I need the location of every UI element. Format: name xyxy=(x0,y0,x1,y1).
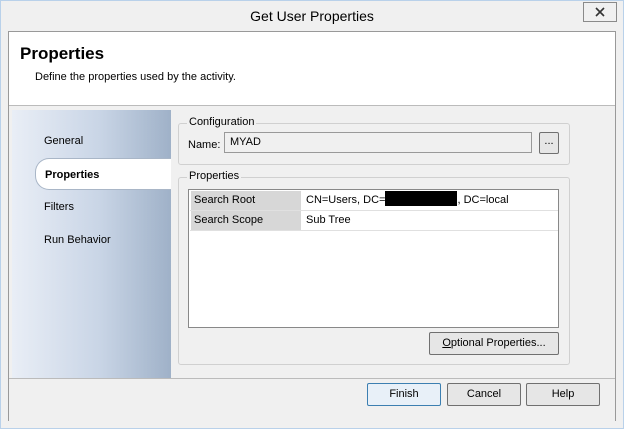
optional-properties-label: ptional Properties... xyxy=(450,337,546,349)
sidebar-nav: General Properties Filters Run Behavior xyxy=(12,110,171,378)
dialog-client: Properties Define the properties used by… xyxy=(8,31,616,421)
optional-properties-button[interactable]: Optional Properties... xyxy=(429,332,559,355)
page-subtitle: Define the properties used by the activi… xyxy=(35,71,236,83)
page-header: Properties Define the properties used by… xyxy=(9,32,615,106)
dialog-window: Get User Properties Properties Define th… xyxy=(0,0,624,429)
page-title: Properties xyxy=(20,44,105,63)
table-row[interactable]: Search Scope Sub Tree xyxy=(190,211,558,231)
property-name-cell: Search Scope xyxy=(191,211,301,230)
properties-group-label: Properties xyxy=(187,170,242,182)
sidebar-item-general[interactable]: General xyxy=(12,125,171,157)
window-title: Get User Properties xyxy=(250,8,374,24)
cancel-button[interactable]: Cancel xyxy=(447,383,521,406)
dialog-footer: Finish Cancel Help xyxy=(9,378,615,421)
name-label: Name: xyxy=(188,139,221,151)
help-button[interactable]: Help xyxy=(526,383,600,406)
sidebar-item-run-behavior[interactable]: Run Behavior xyxy=(12,224,171,256)
search-root-suffix: , DC=local xyxy=(457,194,509,206)
browse-button[interactable]: ... xyxy=(539,132,559,154)
table-row[interactable]: Search Root CN=Users, DC= , DC=local xyxy=(190,191,558,211)
search-root-prefix: CN=Users, DC= xyxy=(306,194,386,206)
finish-button[interactable]: Finish xyxy=(367,383,441,406)
property-name-cell: Search Root xyxy=(191,191,301,210)
title-bar[interactable]: Get User Properties xyxy=(1,1,623,31)
properties-grid: Search Root CN=Users, DC= , DC=local Sear… xyxy=(188,189,559,328)
name-field[interactable]: MYAD xyxy=(224,132,532,153)
configuration-group-label: Configuration xyxy=(187,116,257,128)
optional-properties-accelerator: O xyxy=(442,337,451,349)
close-button[interactable] xyxy=(583,2,617,22)
close-icon xyxy=(595,7,605,17)
property-value-cell[interactable]: Sub Tree xyxy=(306,211,351,230)
sidebar-item-properties[interactable]: Properties xyxy=(35,158,171,190)
redacted-block xyxy=(385,191,458,206)
property-value-cell[interactable]: CN=Users, DC= , DC=local xyxy=(306,191,509,210)
sidebar-item-filters[interactable]: Filters xyxy=(12,191,171,223)
